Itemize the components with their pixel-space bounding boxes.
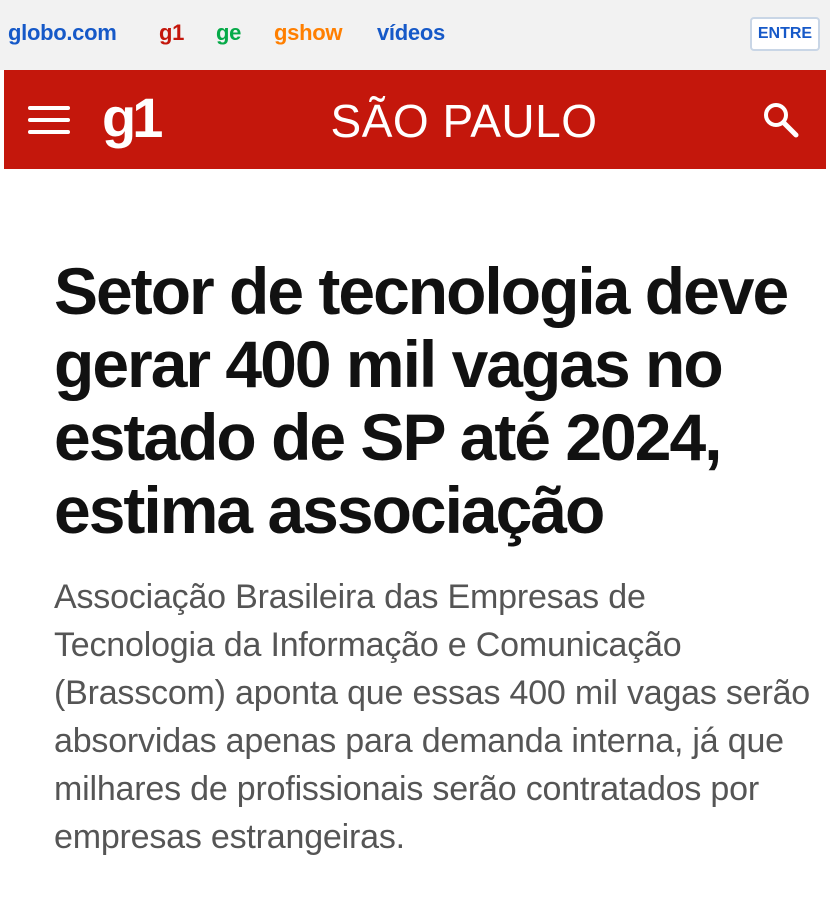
search-icon-graphic (764, 103, 799, 138)
hamburger-menu-icon[interactable] (28, 106, 70, 134)
globo-com-link[interactable]: globo.com (8, 20, 117, 46)
section-title[interactable]: SÃO PAULO (304, 94, 624, 148)
search-icon[interactable] (761, 100, 801, 140)
g1-logo[interactable]: g1 (102, 88, 163, 148)
ge-link[interactable]: ge (216, 20, 241, 46)
g1-header: g1 SÃO PAULO (4, 70, 826, 169)
menu-bar-middle (28, 118, 70, 122)
page-frame: g1 SÃO PAULO Setor de tecnologia deve ge… (4, 70, 826, 908)
videos-link[interactable]: vídeos (377, 20, 445, 46)
globo-network-bar: globo.com g1 ge gshow vídeos ENTRE (0, 0, 830, 70)
menu-bar-top (28, 106, 70, 110)
article-headline: Setor de tecnologia deve gerar 400 mil v… (54, 254, 789, 547)
gshow-link[interactable]: gshow (274, 20, 342, 46)
login-button[interactable]: ENTRE (750, 17, 820, 51)
article-subheadline: Associação Brasileira das Empresas de Te… (54, 578, 810, 856)
g1-link[interactable]: g1 (159, 20, 184, 46)
menu-bar-bottom (28, 130, 70, 134)
